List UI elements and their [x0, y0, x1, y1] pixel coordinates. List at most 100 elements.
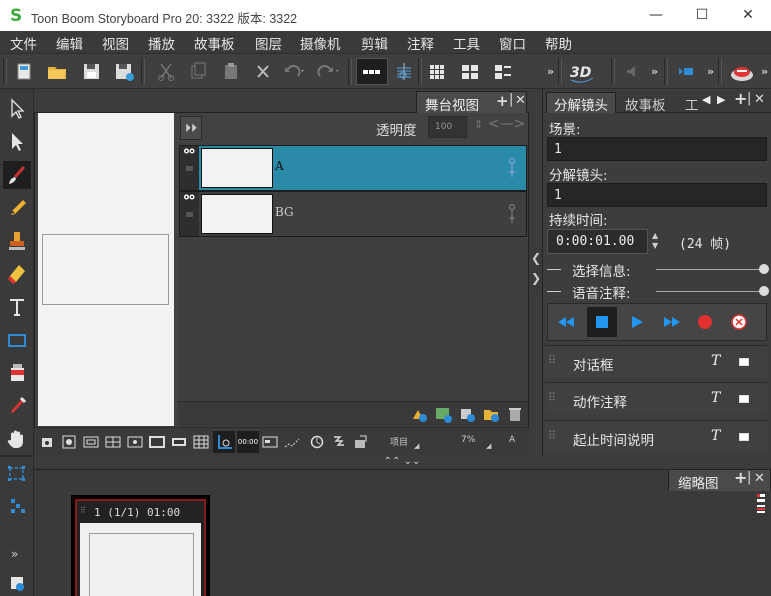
expand-note-icon[interactable]	[739, 358, 749, 366]
expand-note-icon[interactable]	[739, 395, 749, 403]
record-button[interactable]	[698, 315, 712, 329]
layer-pin-icon[interactable]	[507, 204, 517, 224]
full-frame-icon[interactable]	[170, 433, 188, 451]
zoom-fit-icon[interactable]	[60, 433, 78, 451]
menu-clip[interactable]: 剪辑	[361, 33, 388, 53]
path-tool-icon[interactable]	[3, 493, 31, 521]
toolbar-overflow-icon[interactable]: »	[761, 65, 768, 78]
menu-help[interactable]: 帮助	[545, 33, 572, 53]
paint-bucket-tool-icon[interactable]	[3, 359, 31, 387]
tab-thumbnails[interactable]: 缩略图 + | ✕	[668, 468, 771, 492]
tools-overflow-icon[interactable]: »	[11, 547, 18, 561]
select-info-slider[interactable]	[656, 269, 760, 270]
toolbar-overflow-icon[interactable]: »	[547, 65, 554, 78]
menu-layer[interactable]: 图层	[255, 33, 282, 53]
save-as-icon[interactable]	[111, 58, 137, 85]
add-folder-layer-icon[interactable]	[482, 405, 500, 423]
toolbar-overflow-icon[interactable]: »	[707, 65, 714, 78]
copy-icon[interactable]	[185, 58, 211, 85]
add-group-layer-icon[interactable]	[458, 405, 476, 423]
transform-tool-icon[interactable]	[3, 128, 31, 156]
section-dialog[interactable]: ⠿ 对话框 T	[545, 345, 767, 377]
close-panel-icon[interactable]: ✕	[515, 93, 526, 108]
item-dropdown[interactable]: 项目	[390, 435, 408, 448]
stamp-tool-icon[interactable]	[3, 227, 31, 255]
add-vector-layer-icon[interactable]	[410, 405, 428, 423]
thumbnail-size-large-icon[interactable]	[757, 494, 765, 502]
thumbnail-scene[interactable]: ⠿ 1 (1/1) 01:00	[71, 495, 210, 596]
camera-frame[interactable]	[42, 234, 169, 305]
section-collapse-icon[interactable]	[547, 291, 561, 292]
flip-icon[interactable]	[330, 433, 348, 451]
close-panel-icon[interactable]: ✕	[754, 92, 765, 107]
thumbnail-panel[interactable]: ⠿ 1 (1/1) 01:00	[75, 499, 206, 596]
new-page-icon[interactable]	[11, 58, 37, 85]
tab-scroll-left-icon[interactable]: ◀	[702, 93, 710, 106]
text-format-icon[interactable]: T	[711, 428, 720, 444]
duration-input[interactable]: 0:00:01.00	[547, 229, 648, 254]
pencil-tool-icon[interactable]	[3, 194, 31, 222]
drag-handle-icon[interactable]: ⠿	[548, 429, 556, 442]
item-dropdown-arrow-icon[interactable]: ◢	[414, 442, 419, 450]
menu-tools[interactable]: 工具	[453, 33, 480, 53]
drag-handle-icon[interactable]: ⠿	[80, 506, 86, 515]
list-icon[interactable]	[490, 58, 516, 85]
camera-icon[interactable]	[673, 58, 699, 85]
open-folder-icon[interactable]	[44, 58, 70, 85]
grid-overlay-icon[interactable]	[104, 433, 122, 451]
stop-button[interactable]	[587, 307, 617, 337]
camera-view-icon[interactable]	[38, 433, 56, 451]
menu-play[interactable]: 播放	[148, 33, 175, 53]
voice-note-slider-handle[interactable]	[759, 286, 769, 296]
close-button[interactable]: ✕	[725, 0, 771, 31]
duration-stepper[interactable]: ▲ ▼	[652, 231, 658, 251]
collapse-right-handle[interactable]: ❮ ❯	[530, 248, 542, 292]
minimize-button[interactable]: —	[633, 0, 679, 31]
mask-icon[interactable]	[148, 433, 166, 451]
section-slugging[interactable]: ⠿ 起止时间说明 T	[545, 420, 767, 453]
motion-path-icon[interactable]	[283, 433, 301, 451]
delete-layer-icon[interactable]	[506, 405, 524, 423]
new-panel-tool-icon[interactable]	[3, 567, 31, 595]
maximize-button[interactable]: ☐	[679, 0, 725, 31]
panel-menu-icon[interactable]: |	[509, 92, 513, 107]
table-view-icon[interactable]	[192, 433, 210, 451]
play-icon[interactable]	[629, 314, 645, 330]
panel-menu-icon[interactable]: |	[747, 470, 751, 485]
hand-tool-icon[interactable]	[3, 425, 31, 453]
undo-icon[interactable]	[280, 58, 306, 85]
section-action-notes[interactable]: ⠿ 动作注释 T	[545, 382, 767, 414]
section-collapse-icon[interactable]	[547, 269, 561, 270]
menu-storyboard[interactable]: 故事板	[194, 33, 235, 53]
brush-tool-icon[interactable]	[3, 161, 31, 189]
record-icon[interactable]	[727, 58, 757, 85]
select-tool-icon[interactable]	[3, 95, 31, 123]
layer-name[interactable]: BG	[275, 205, 294, 219]
fast-forward-icon[interactable]	[662, 314, 682, 330]
caption-icon[interactable]	[261, 433, 279, 451]
layer-row[interactable]: A	[179, 145, 527, 191]
rotate-view-icon[interactable]	[352, 433, 370, 451]
add-view-icon[interactable]: +	[496, 92, 509, 110]
eraser-tool-icon[interactable]	[3, 260, 31, 288]
layout-icon[interactable]	[457, 58, 483, 85]
onion-skin-toggle-icon[interactable]	[213, 431, 235, 453]
redo-icon[interactable]	[312, 58, 338, 85]
panel-field[interactable]: 1	[547, 183, 767, 207]
expand-note-icon[interactable]	[739, 433, 749, 441]
close-panel-icon[interactable]: ✕	[754, 471, 765, 486]
layer-row[interactable]: BG	[179, 191, 527, 237]
tab-stage-view[interactable]: 舞台视图 + | ✕	[416, 91, 527, 114]
toolbar-overflow-icon[interactable]: »	[651, 65, 658, 78]
3d-icon[interactable]: 3D	[567, 58, 597, 85]
tab-tools[interactable]: 工	[685, 94, 699, 114]
grid-icon[interactable]	[424, 58, 450, 85]
delete-icon[interactable]	[250, 58, 276, 85]
onion-skin-icon[interactable]	[391, 58, 417, 85]
clear-sound-icon[interactable]	[730, 313, 748, 331]
cut-icon[interactable]	[153, 58, 179, 85]
scene-field[interactable]: 1	[547, 137, 767, 161]
thumbnail-size-small-icon[interactable]	[757, 505, 765, 513]
drag-handle-icon[interactable]: ⠿	[548, 391, 556, 404]
dropper-tool-icon[interactable]	[3, 392, 31, 420]
